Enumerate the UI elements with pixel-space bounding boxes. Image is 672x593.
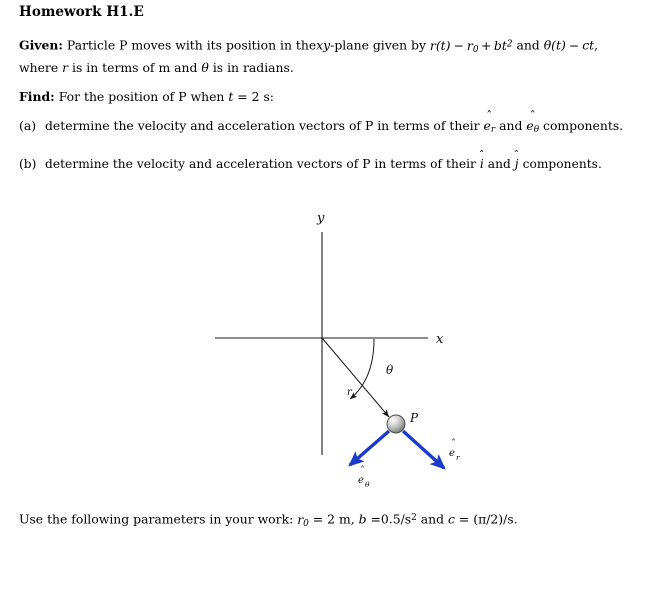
param-c-equals: = — [458, 511, 470, 527]
parameters-text: Use the following parameters in your wor… — [19, 511, 294, 527]
document-page: Homework H1.E Given: Particle P moves wi… — [0, 0, 672, 593]
given-line1-end: , — [594, 37, 599, 53]
unit-vector-j-hat: ˆj — [514, 149, 520, 171]
eq-theta-function: θ(t) — [543, 37, 566, 53]
theta-arc — [349, 338, 375, 400]
find-value: 2 s: — [251, 89, 274, 104]
given-label: Given: — [19, 37, 63, 53]
given-section: Given: Particle P moves with its positio… — [19, 36, 598, 77]
eq-r-function: r(t) — [429, 37, 451, 53]
item-b-marker: (b) — [19, 157, 37, 171]
hat-accent-icon: ˆ — [529, 108, 536, 123]
param-r0: r0 — [297, 512, 309, 529]
param-c-symbol: c — [448, 511, 455, 527]
r-label: r — [347, 387, 353, 398]
page-title: Homework H1.E — [19, 4, 144, 20]
hat-accent-icon: ˆ — [513, 147, 520, 162]
unit-vector-e-theta-sub: θ — [533, 124, 540, 135]
item-a-conjunction: and — [499, 118, 523, 133]
item-a-text-post: components. — [543, 118, 624, 133]
find-section: Find: For the position of P when t = 2 s… — [19, 88, 274, 106]
eq-r-subindex: 0 — [472, 44, 479, 55]
eq-r-exponent: 2 — [506, 39, 513, 49]
hat-accent-icon: ˆ — [486, 108, 493, 123]
item-a-marker: (a) — [19, 118, 37, 133]
unit-vector-e-theta-arrow — [348, 429, 391, 467]
unit-vector-e-r-sub: r — [490, 124, 496, 135]
item-b-text-post: components. — [522, 157, 602, 171]
x-axis-label: x — [436, 332, 444, 347]
polar-coordinate-diagram: x y r θ P ˆ e θ ˆ e r — [0, 200, 672, 500]
find-text: For the position of P when — [58, 89, 225, 104]
item-b-text: determine the velocity and acceleration … — [45, 157, 476, 171]
unit-vector-i-hat: ˆi — [479, 149, 485, 171]
given-plane-xy: xy — [316, 37, 331, 53]
param-b-symbol: b — [358, 511, 367, 527]
param-b-value: 0.5/s — [380, 511, 412, 527]
eq-r-b: b — [493, 37, 502, 53]
eq-theta-dash: − — [568, 37, 580, 53]
parameters-section: Use the following parameters in your wor… — [19, 510, 518, 533]
find-label: Find: — [19, 89, 55, 104]
particle-label: P — [409, 411, 419, 425]
question-item-a: (a) determine the velocity and accelerati… — [19, 110, 624, 135]
given-line2-pre: where — [19, 60, 59, 76]
e-r-subscript: r — [456, 453, 460, 462]
find-var-t: t — [228, 89, 234, 104]
given-var-r: r — [62, 60, 69, 76]
eq-r-dash: − — [453, 37, 464, 53]
param-r0-index: 0 — [303, 518, 309, 529]
unit-vector-e-r-label: ˆ e r — [449, 439, 460, 462]
find-equals: = — [237, 89, 248, 104]
e-r-base: e — [449, 448, 455, 459]
unit-vector-e-theta: ˆ eθ — [526, 110, 540, 135]
e-theta-base: e — [358, 475, 364, 486]
param-c-value: (π/2)/s. — [473, 511, 518, 527]
given-line2-mid: is in terms of m and — [72, 60, 198, 76]
param-b-exponent: 2 — [411, 513, 417, 523]
unit-vector-e-r-arrow — [401, 429, 446, 470]
given-var-theta: θ — [201, 60, 209, 76]
y-axis-label: y — [316, 211, 325, 226]
eq-r-plus: + — [481, 37, 492, 53]
given-line1-pre: Particle P moves with its position in th… — [66, 37, 317, 53]
param-b-equals: = — [370, 511, 381, 527]
question-item-b: (b) determine the velocity and accelerati… — [19, 149, 602, 171]
equation-r-of-t: r(t) − r0 + bt2 — [429, 37, 517, 55]
e-theta-subscript: θ — [365, 480, 370, 489]
equation-theta-of-t: θ(t) − ct — [544, 38, 594, 53]
param-r0-equals: = — [312, 511, 324, 527]
given-line-2: where r is in terms of m and θ is in rad… — [19, 59, 598, 77]
particle-p — [386, 414, 406, 434]
given-line2-end: is in radians. — [212, 60, 294, 76]
position-vector-r — [321, 337, 390, 418]
parameters-conjunction: and — [420, 511, 445, 527]
unit-vector-e-theta-label: ˆ e θ — [358, 466, 370, 489]
unit-vector-e-r: ˆ er — [484, 110, 496, 135]
item-b-conjunction: and — [487, 157, 511, 171]
theta-label: θ — [386, 363, 394, 377]
given-line1-mid: -plane given by — [330, 37, 426, 53]
hat-accent-icon: ˆ — [478, 147, 485, 162]
given-conjunction: and — [516, 37, 540, 53]
given-line-1: Given: Particle P moves with its positio… — [19, 36, 598, 59]
item-a-text: determine the velocity and acceleration … — [45, 118, 480, 133]
param-r0-value: 2 m, — [327, 511, 355, 527]
